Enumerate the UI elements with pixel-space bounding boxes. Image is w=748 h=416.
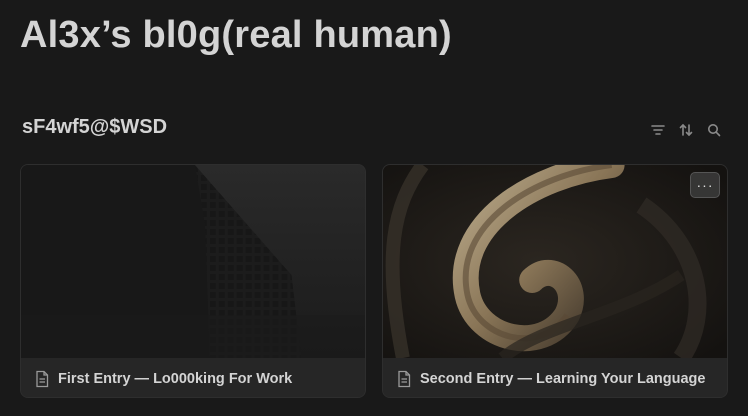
database-toolbar — [646, 118, 726, 142]
card-cover-image — [21, 165, 365, 358]
more-icon: ··· — [696, 177, 714, 193]
page-icon — [34, 370, 50, 388]
filter-button[interactable] — [646, 118, 670, 142]
search-icon — [708, 124, 721, 137]
page-icon — [396, 370, 412, 388]
card-footer: Second Entry — Learning Your Language — [383, 358, 727, 397]
gallery-card[interactable]: First Entry — Lo000king For Work — [20, 164, 366, 398]
sort-button[interactable] — [674, 118, 698, 142]
sort-icon — [679, 123, 693, 137]
database-header: sF4wf5@$WSD — [22, 116, 726, 142]
card-title[interactable]: First Entry — Lo000king For Work — [58, 371, 292, 387]
search-button[interactable] — [702, 118, 726, 142]
page-title: Al3x’s bl0g(real human) — [20, 14, 452, 56]
card-footer: First Entry — Lo000king For Work — [21, 358, 365, 397]
card-cover-image — [383, 165, 727, 358]
gallery-card[interactable]: ··· Second Entry — Learning Your Languag… — [382, 164, 728, 398]
database-title[interactable]: sF4wf5@$WSD — [22, 116, 167, 139]
card-title[interactable]: Second Entry — Learning Your Language — [420, 371, 705, 387]
filter-icon — [651, 125, 665, 135]
more-options-button[interactable]: ··· — [690, 172, 720, 198]
